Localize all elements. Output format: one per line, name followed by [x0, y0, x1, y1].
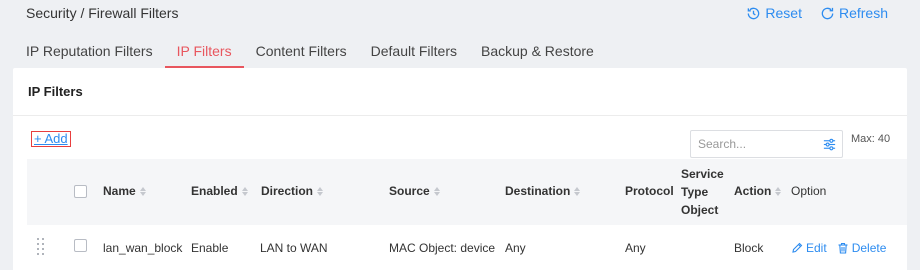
cell-option: Edit Delete [791, 241, 886, 255]
column-source-label: Source [389, 184, 430, 198]
breadcrumb: Security / Firewall Filters [26, 5, 179, 21]
drag-handle-icon[interactable] [37, 238, 47, 256]
row-checkbox[interactable] [74, 239, 87, 252]
column-option-label: Option [791, 184, 827, 198]
filter-settings-icon[interactable] [822, 137, 837, 152]
column-protocol-label: Protocol [625, 184, 674, 198]
trash-icon [838, 242, 848, 254]
column-service-line1: Service [681, 167, 724, 181]
sort-icon [241, 186, 248, 196]
tab-backup-restore[interactable]: Backup & Restore [469, 36, 606, 68]
search-input[interactable] [691, 131, 816, 157]
delete-button[interactable]: Delete [837, 241, 887, 255]
sort-icon [317, 186, 324, 196]
edit-button[interactable]: Edit [791, 241, 827, 255]
add-button[interactable]: + Add [31, 131, 71, 147]
reset-button[interactable]: Reset [746, 5, 802, 21]
tab-ip-reputation-filters[interactable]: IP Reputation Filters [14, 36, 165, 68]
delete-label: Delete [851, 241, 887, 255]
column-protocol: Protocol [625, 184, 674, 198]
sort-icon [139, 186, 146, 196]
refresh-button[interactable]: Refresh [820, 5, 888, 21]
column-option: Option [791, 184, 826, 198]
cell-action: Block [734, 241, 764, 255]
tab-default-filters[interactable]: Default Filters [359, 36, 469, 68]
cell-protocol: Any [625, 241, 646, 255]
max-entries-label: Max: 40 [851, 133, 891, 145]
tab-bar: IP Reputation Filters IP Filters Content… [14, 36, 606, 68]
cell-destination: Any [505, 241, 526, 255]
top-bar: Security / Firewall Filters Reset Refres… [0, 0, 920, 32]
cell-source: MAC Object: device [389, 241, 496, 255]
table-header: Name Enabled Direction Source Destinatio… [27, 159, 907, 225]
card-title: IP Filters [28, 84, 83, 99]
ip-filters-card: IP Filters + Add Max: 40 Name Enabled Di… [13, 68, 907, 270]
column-direction[interactable]: Direction [261, 184, 324, 198]
cell-enabled: Enable [191, 241, 229, 255]
column-action-label: Action [734, 184, 772, 198]
column-enabled-label: Enabled [191, 184, 238, 198]
column-destination[interactable]: Destination [505, 184, 581, 198]
reset-label: Reset [765, 5, 802, 21]
edit-icon [792, 242, 803, 253]
column-service-line3: Object [681, 203, 719, 217]
tab-content-filters[interactable]: Content Filters [244, 36, 359, 68]
column-name-label: Name [103, 184, 136, 198]
column-enabled[interactable]: Enabled [191, 184, 248, 198]
divider [13, 115, 907, 116]
cell-name: lan_wan_block [103, 241, 183, 255]
table-row: lan_wan_block Enable LAN to WAN MAC Obje… [27, 225, 907, 270]
column-source[interactable]: Source [389, 184, 440, 198]
select-all-checkbox[interactable] [74, 185, 87, 198]
column-name[interactable]: Name [103, 184, 146, 198]
search-box [690, 130, 843, 158]
column-direction-label: Direction [261, 184, 314, 198]
edit-label: Edit [806, 241, 827, 255]
column-service-type-object: Service Type Object [681, 166, 724, 218]
refresh-icon [821, 7, 834, 19]
column-service-line2: Type [681, 185, 709, 199]
cell-direction: LAN to WAN [260, 241, 328, 255]
tab-ip-filters[interactable]: IP Filters [164, 36, 244, 68]
column-destination-label: Destination [505, 184, 571, 198]
top-actions: Reset Refresh [746, 5, 888, 21]
sort-icon [433, 186, 440, 196]
column-action[interactable]: Action [734, 184, 782, 198]
sort-icon [574, 186, 581, 196]
refresh-label: Refresh [838, 5, 888, 21]
history-icon [748, 7, 760, 19]
sort-icon [775, 186, 782, 196]
